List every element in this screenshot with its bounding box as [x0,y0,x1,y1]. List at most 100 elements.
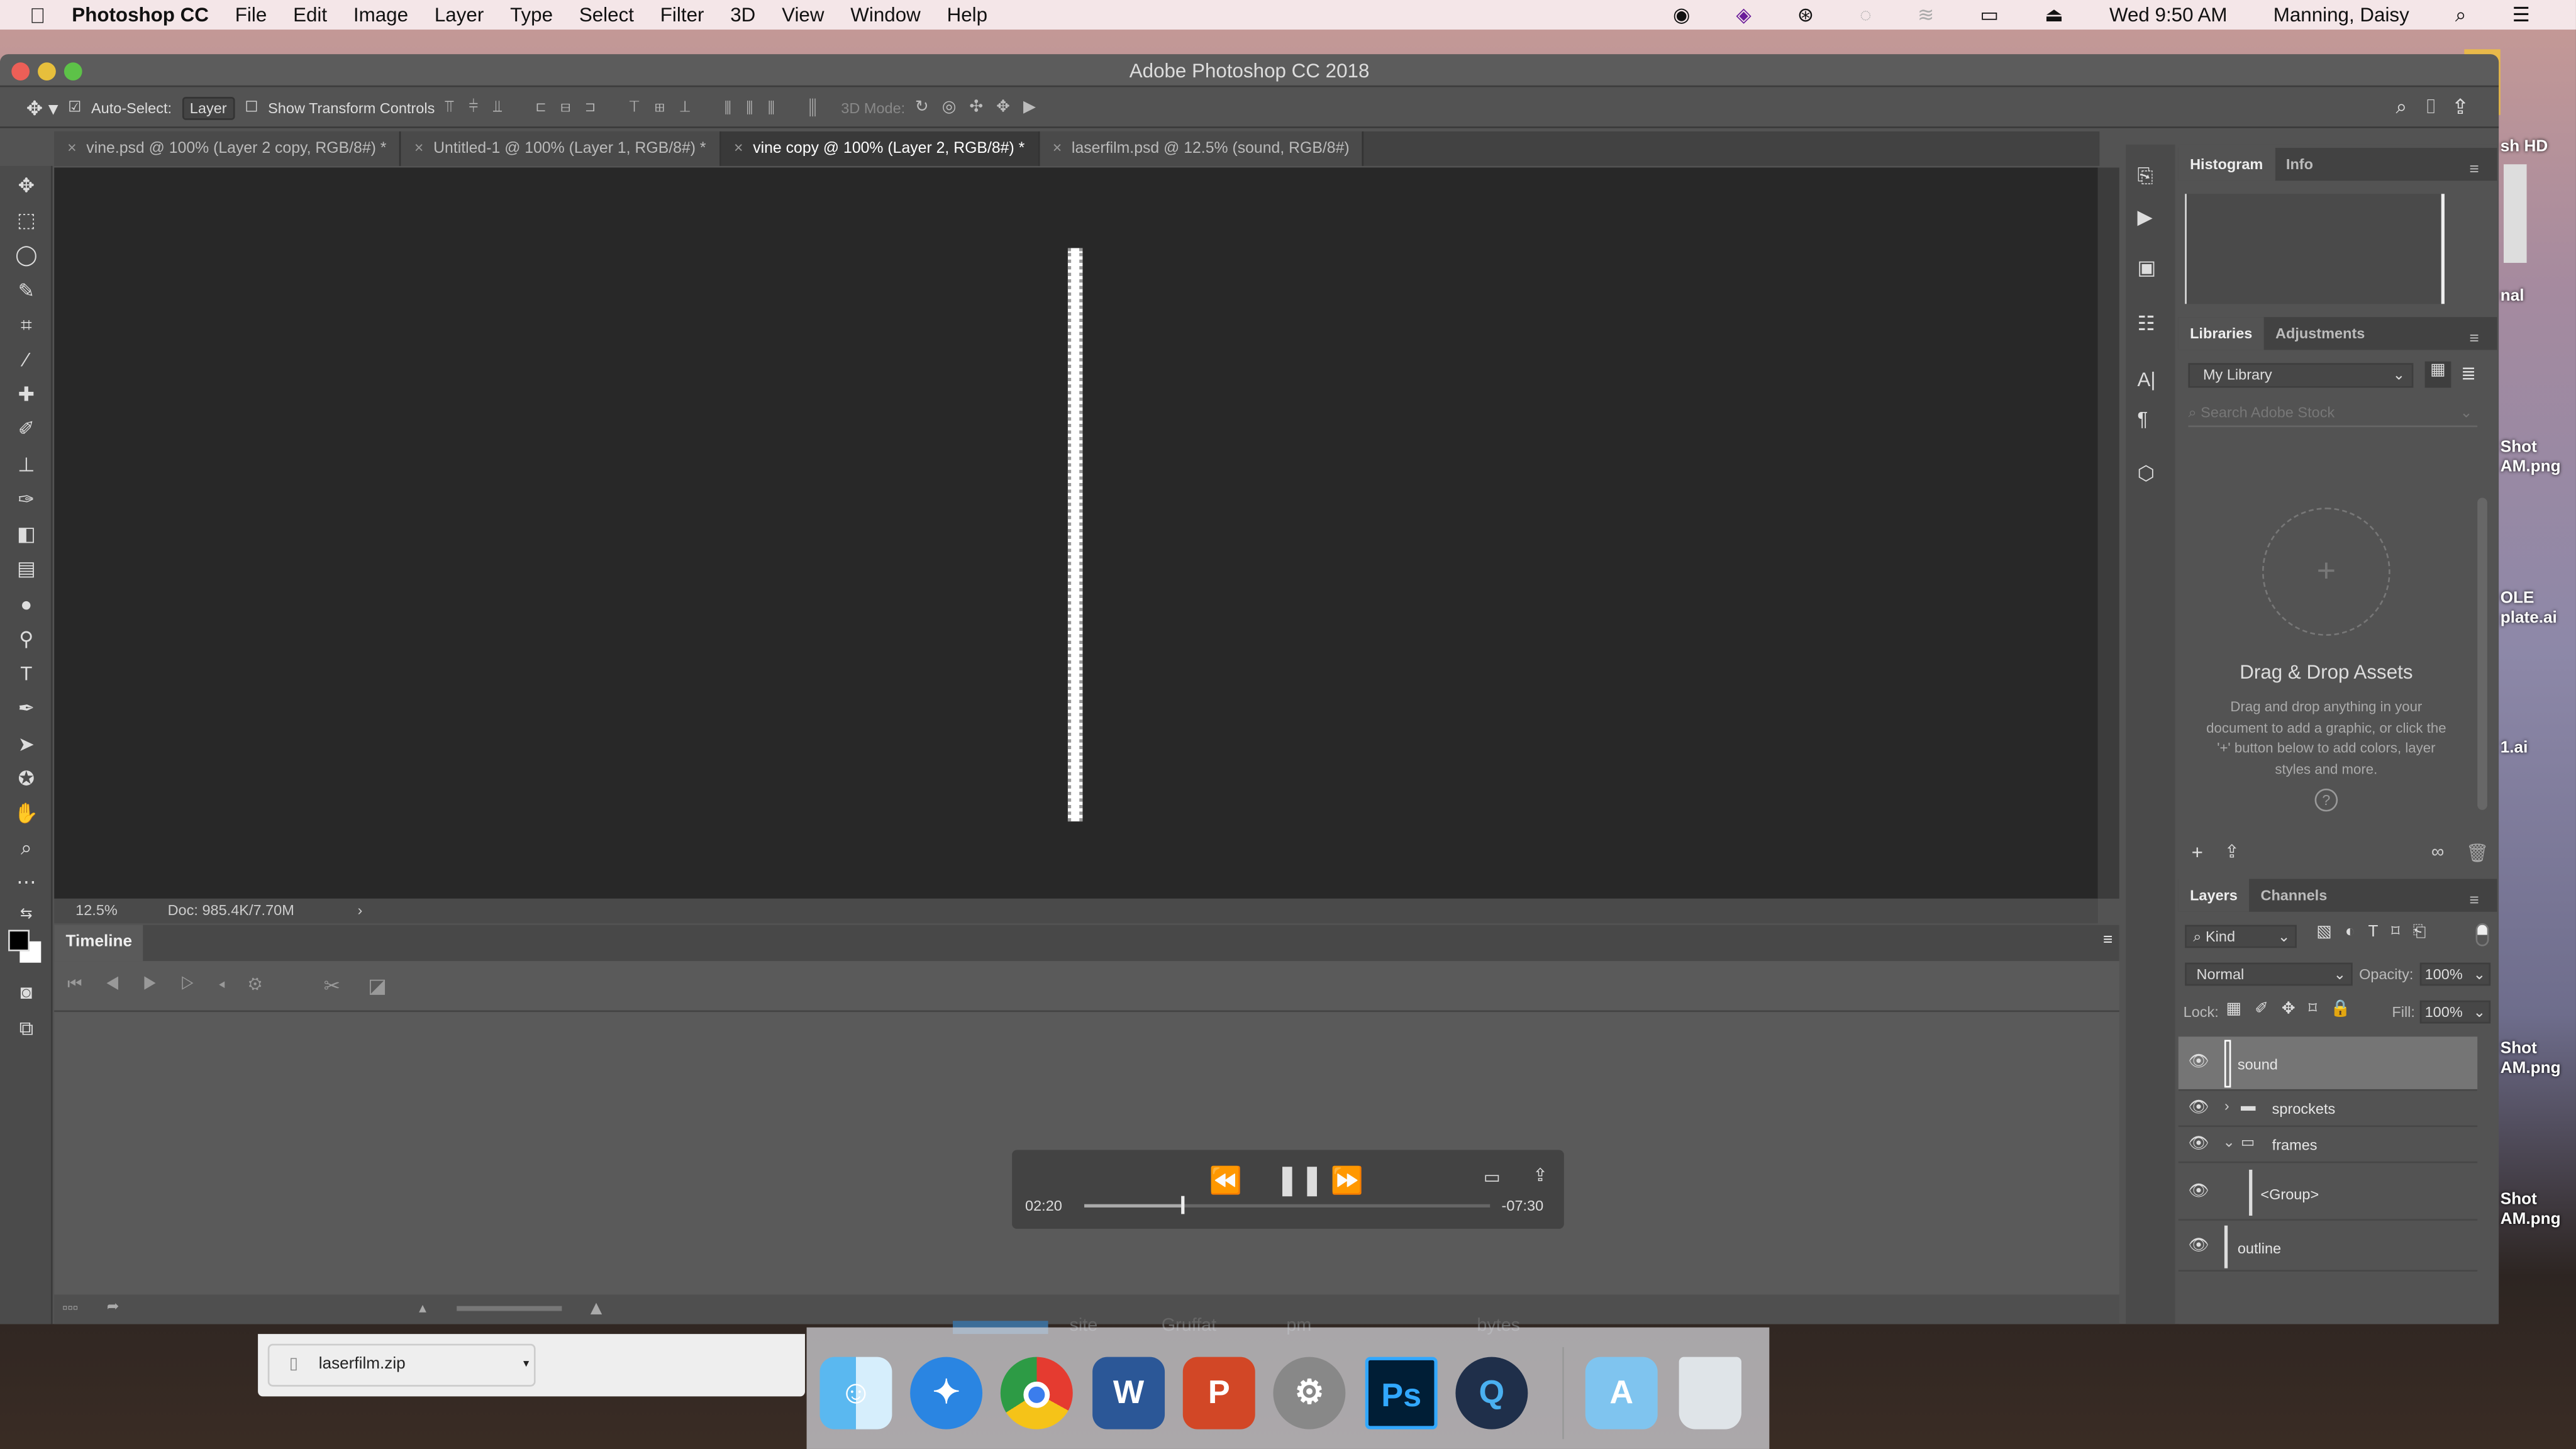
desktop-label[interactable]: Shot AM.png [2501,1040,2561,1080]
dock-photoshop-icon[interactable]: Ps [1365,1357,1438,1430]
split-icon[interactable]: ✂ [324,974,340,997]
apple-icon[interactable]:  [30,3,45,27]
healing-tool-icon[interactable]: ✚ [13,381,40,408]
grid-view-icon[interactable]: ▦ [2424,361,2451,388]
dock-finder-icon[interactable]: ☺ [819,1357,892,1430]
tab-vine[interactable]: × vine.psd @ 100% (Layer 2 copy, RGB/8#) … [54,131,401,166]
progress-handle[interactable] [1181,1196,1185,1214]
wifi-icon[interactable]: ≋ [1918,3,1934,26]
menu-window[interactable]: Window [850,3,921,26]
eyedropper-tool-icon[interactable]: ⁄ [13,347,40,373]
layer-filter-icons[interactable]: ▧◐T⌑⎗ [2316,923,2439,941]
crop-tool-icon[interactable]: ⌗ [13,312,40,338]
gradient-tool-icon[interactable]: ▤ [13,555,40,582]
menu-image[interactable]: Image [353,3,408,26]
add-asset-button[interactable]: + [2262,508,2390,636]
zoom-out-icon[interactable]: ▴ [419,1299,426,1318]
paths-panel-icon[interactable]: ☷ [2137,312,2155,335]
foreground-color-swatch[interactable] [8,930,30,952]
add-content-icon[interactable]: + [2192,841,2203,864]
menu-view[interactable]: View [782,3,824,26]
timeline-tab[interactable]: Timeline [54,924,144,962]
zoom-in-icon[interactable]: ▲ [587,1296,606,1319]
dock-chrome-icon[interactable] [1000,1357,1073,1430]
desktop-label[interactable]: Shot AM.png [2501,438,2561,478]
tab-untitled[interactable]: × Untitled-1 @ 100% (Layer 1, RGB/8#) * [401,131,721,166]
eye-app-icon[interactable]: ◈ [1736,3,1751,26]
timeline-zoom-slider[interactable] [457,1306,562,1311]
align-icons[interactable]: ⫪⫩⫫ ⊏⊟⊐ ⊤⊞⊥ ⫴⫴⫴ ⫼ [445,99,831,117]
fill-input[interactable]: 100% ⌄ [2419,1000,2491,1024]
menu-app[interactable]: Photoshop CC [72,3,209,26]
status-arrow-icon[interactable]: › [357,902,362,918]
layer-row-sprockets[interactable]: 👁 › ▬ sprockets [2178,1092,2478,1127]
screen-mode-icon[interactable]: ⧉ [13,1015,40,1041]
zoom-window-button[interactable] [64,62,82,80]
actions-panel-icon[interactable]: ▶ [2137,206,2152,229]
creative-cloud-icon[interactable]: ⊛ [1797,3,1814,26]
help-icon[interactable]: ? [2314,788,2338,812]
swap-colors-icon[interactable]: ⇆ [13,900,40,926]
vertical-scrollbar[interactable] [2097,167,2119,899]
move-tool-icon[interactable]: ✥ [13,172,40,199]
menu-3d[interactable]: 3D [730,3,755,26]
playback-controls[interactable]: ⏮◀▶▷◂⚙ [67,976,285,994]
list-view-icon[interactable]: ≣ [2461,363,2476,384]
layer-row-frames[interactable]: 👁 ⌄ ▭ frames [2178,1129,2478,1163]
eject-icon[interactable]: ⏏ [2045,3,2063,26]
panel-menu-icon[interactable]: ≡ [2103,931,2112,950]
layer-row-group[interactable]: 👁 <Group> [2178,1165,2478,1221]
visibility-eye-icon[interactable]: 👁 [2188,1053,2209,1071]
menu-filter[interactable]: Filter [660,3,704,26]
dock-trash-icon[interactable] [1679,1357,1741,1430]
pen-tool-icon[interactable]: ✒ [13,695,40,721]
layer-filter-dropdown[interactable]: ⌕ Kind ⌄ [2185,924,2297,948]
notification-icon[interactable]: ☰ [2512,3,2530,26]
desktop-label[interactable]: OLE plate.ai [2501,590,2557,630]
menu-file[interactable]: File [235,3,267,26]
trash-icon[interactable]: 🗑 [2466,843,2489,864]
download-menu-icon[interactable]: ▾ [523,1345,529,1385]
visibility-eye-icon[interactable]: 👁 [2188,1135,2209,1153]
stock-search-input[interactable]: ⌕ Search Adobe Stock ⌄ [2188,404,2478,428]
dock-powerpoint-icon[interactable]: P [1182,1357,1255,1430]
tab-histogram[interactable]: Histogram [2178,148,2275,181]
pause-button[interactable]: ❚❚ [1275,1163,1324,1197]
lock-icons[interactable]: ▦✐✥⌑🔒 [2226,1001,2364,1019]
layer-row-outline[interactable]: 👁 outline [2178,1222,2478,1272]
hand-tool-icon[interactable]: ✋ [13,800,40,826]
desktop-label[interactable]: 1.ai [2501,739,2528,758]
zoom-level[interactable]: 12.5% [75,902,118,918]
zoom-tool-icon[interactable]: ⌕ [13,835,40,861]
blur-tool-icon[interactable]: ● [13,591,40,618]
tab-adjustments[interactable]: Adjustments [2264,317,2377,350]
3d-mode-icons[interactable]: ↻◎✣✥▶ [915,99,1049,117]
dock-system-preferences-icon[interactable]: ⚙ [1273,1357,1346,1430]
minimize-window-button[interactable] [38,62,56,80]
fast-forward-button[interactable]: ⏩ [1331,1165,1363,1197]
properties-panel-icon[interactable]: ▣ [2137,257,2156,280]
collapse-chevron-icon[interactable]: ⌄ [2223,1133,2235,1152]
show-transform-checkbox[interactable]: ☐ [245,99,258,117]
search-workspace-share-icons[interactable]: ⌕▯⇪ [2396,96,2483,120]
clock[interactable]: Wed 9:50 AM [2109,3,2228,26]
marquee-tool-icon[interactable]: ⬚ [13,207,40,233]
visibility-eye-icon[interactable]: 👁 [2188,1237,2209,1255]
more-tools-icon[interactable]: ⋯ [13,869,40,896]
desktop-label[interactable]: Shot AM.png [2501,1191,2561,1231]
panel-menu-icon[interactable]: ≡ [2458,155,2490,187]
airplay-icon[interactable]: ▭ [1980,3,1999,26]
dock-quicktime-icon[interactable]: Q [1455,1357,1528,1430]
paragraph-panel-icon[interactable]: ¶ [2137,408,2148,431]
film-strip-artwork[interactable] [1067,248,1083,822]
desktop-label[interactable]: sh HD [2501,138,2548,157]
transition-icon[interactable]: ◪ [368,974,387,997]
record-icon[interactable]: ◉ [1673,3,1690,26]
history-panel-icon[interactable]: ⎘ [2137,164,2153,189]
menu-edit[interactable]: Edit [293,3,327,26]
quick-mask-icon[interactable]: ◙ [13,979,40,1006]
dock-safari-icon[interactable]: ✦ [910,1357,983,1430]
opacity-input[interactable]: 100% ⌄ [2419,962,2491,986]
quick-select-tool-icon[interactable]: ✎ [13,277,40,304]
sync-icon[interactable]: ◌ [1860,3,1872,26]
